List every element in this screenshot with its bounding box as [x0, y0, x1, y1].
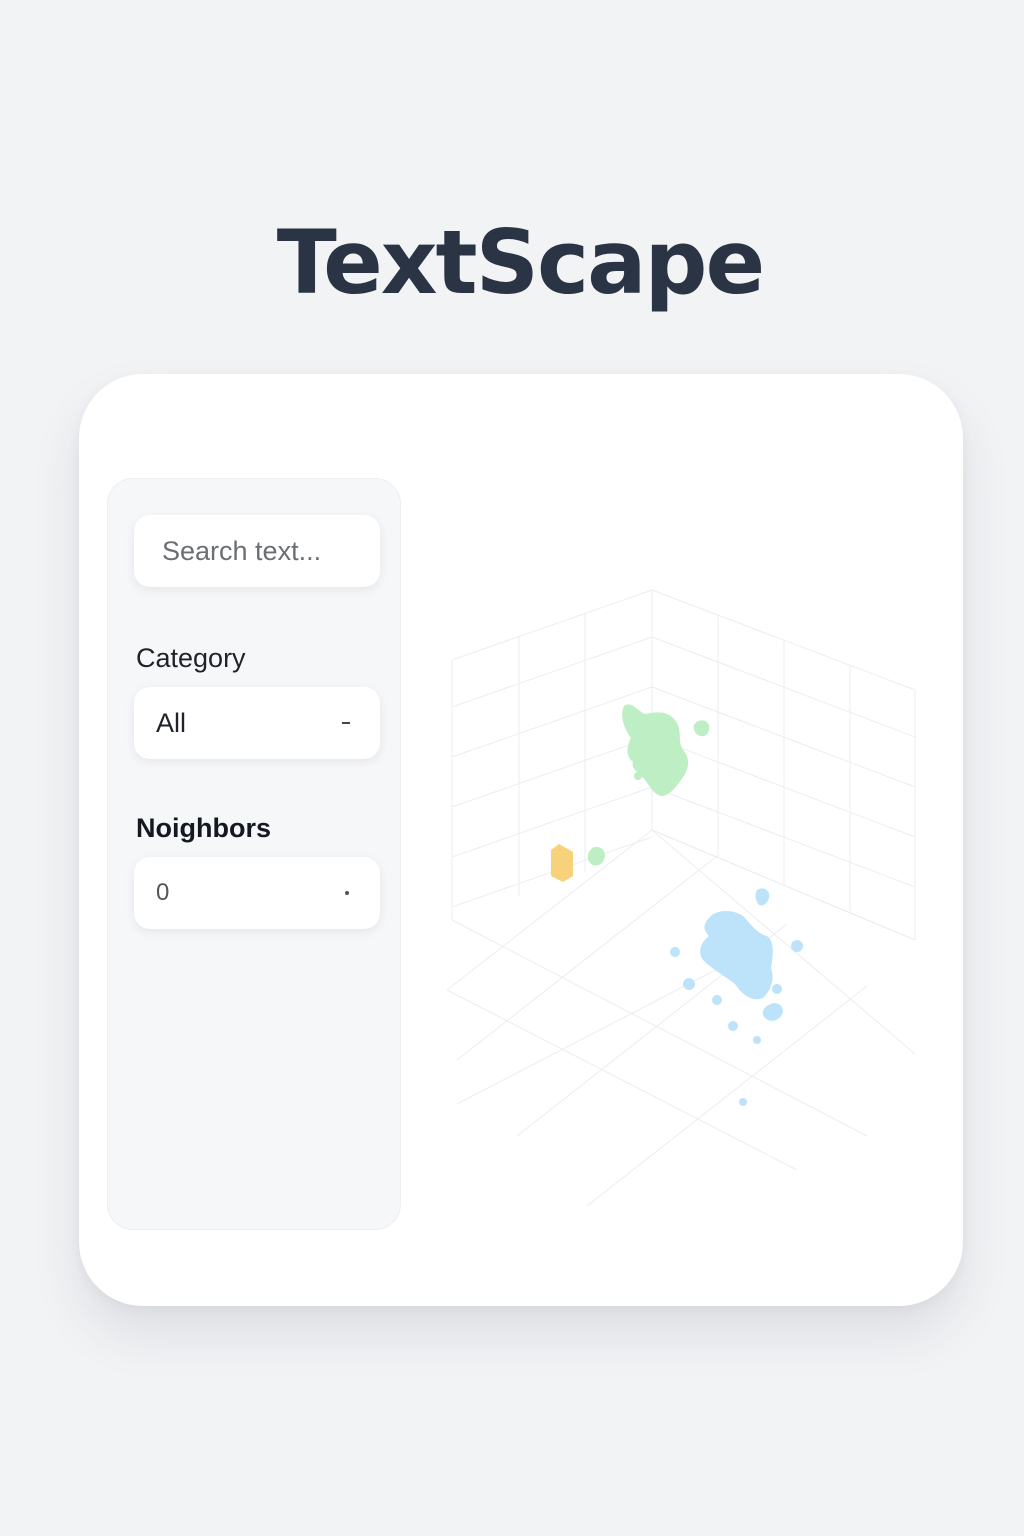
grid-right-wall	[651, 589, 916, 941]
embedding-3d-view[interactable]	[427, 524, 947, 1244]
category-label: Category	[136, 643, 246, 673]
stepper-dot-icon	[345, 891, 349, 895]
neighbors-value: 0	[156, 879, 170, 906]
sidebar: Category All Noighbors 0	[107, 478, 401, 1230]
category-value: All	[156, 708, 187, 738]
search-input[interactable]	[134, 515, 380, 587]
neighbors-label: Noighbors	[136, 813, 271, 843]
grid-3d	[446, 589, 916, 1207]
grid-floor	[446, 829, 916, 1207]
dropdown-dash-icon	[342, 722, 350, 724]
neighbors-stepper[interactable]: 0	[134, 857, 380, 929]
yellow-cluster[interactable]	[551, 844, 573, 882]
main-card: Category All Noighbors 0	[79, 374, 963, 1306]
blue-cluster[interactable]	[670, 888, 803, 1106]
green-cluster[interactable]	[587, 704, 710, 866]
page: TextScape Category All Noighbors 0	[0, 0, 1024, 1536]
search-field	[134, 515, 380, 587]
category-select[interactable]: All	[134, 687, 380, 759]
app-title: TextScape	[276, 211, 765, 314]
